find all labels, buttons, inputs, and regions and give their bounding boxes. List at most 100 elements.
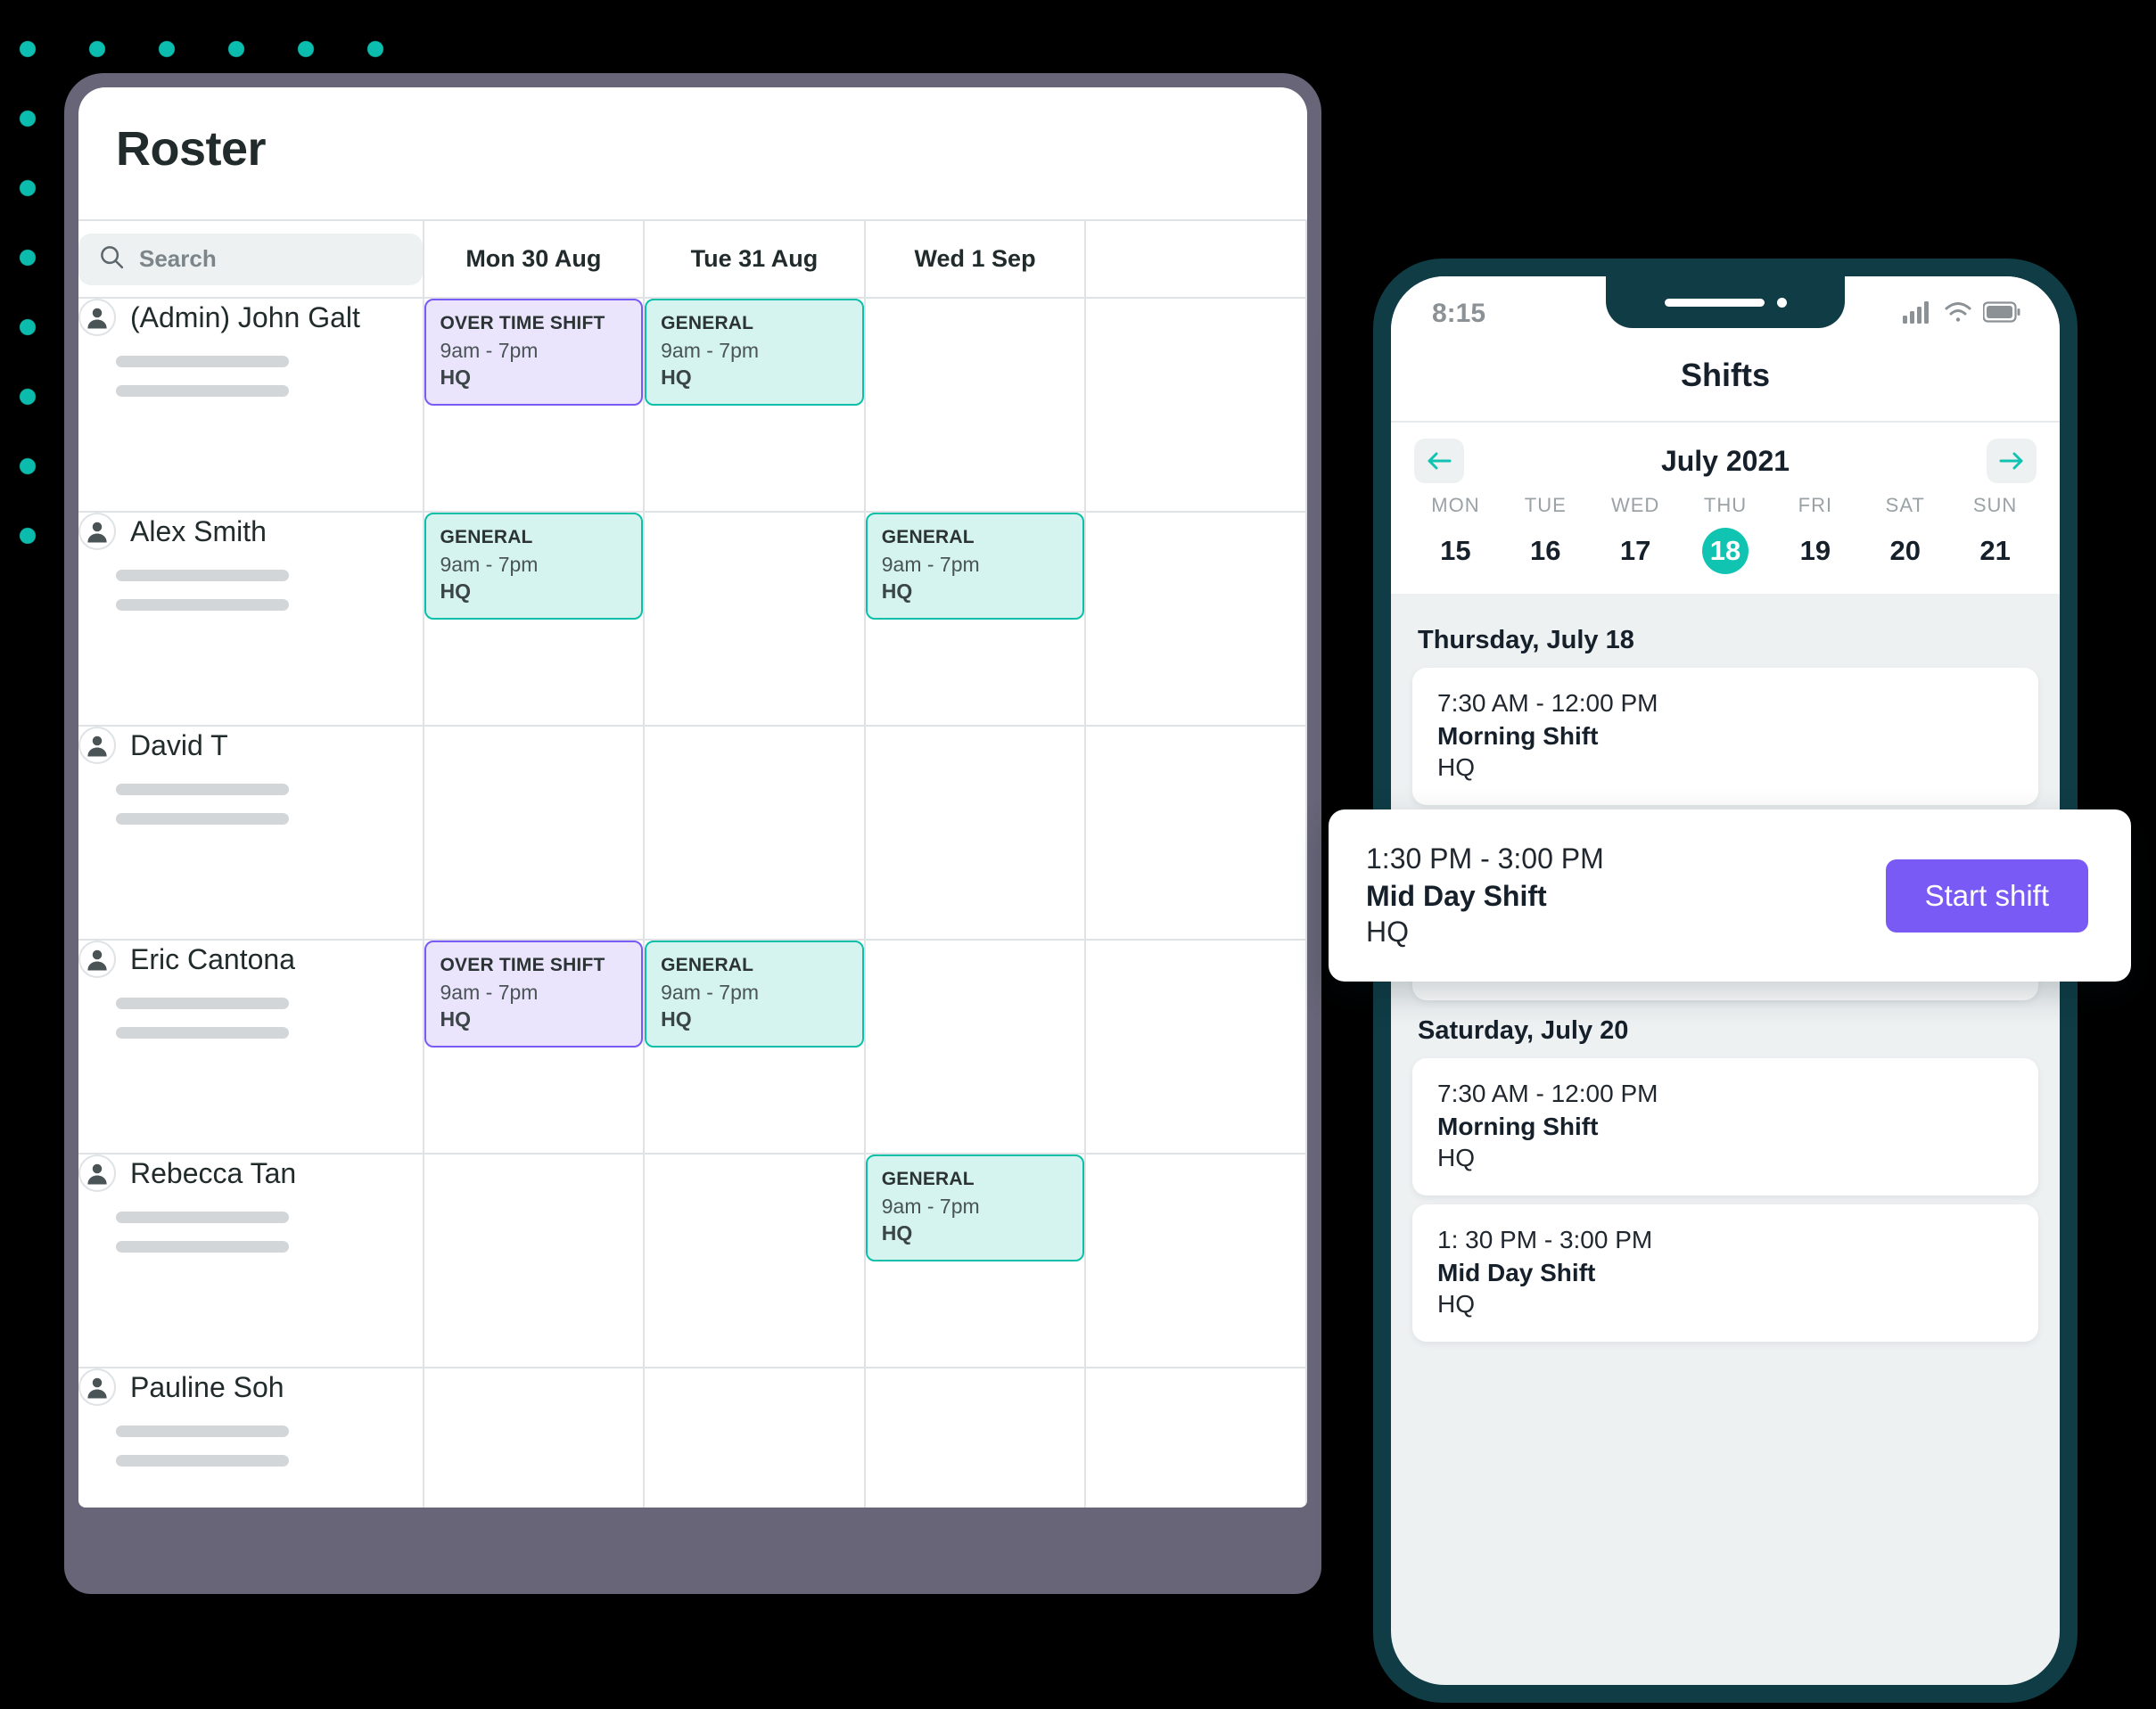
shift-cell[interactable]: GENERAL 9am - 7pm HQ	[864, 1154, 1087, 1368]
mobile-shift-card[interactable]: 7:30 AM - 12:00 PM Morning Shift HQ	[1412, 668, 2038, 805]
prev-week-button[interactable]	[1414, 439, 1464, 483]
empty-shift-cell[interactable]	[864, 298, 1087, 513]
mobile-shift-card[interactable]: 7:30 AM - 12:00 PM Morning Shift HQ	[1412, 1058, 2038, 1195]
shift-location: HQ	[1437, 1290, 1475, 1318]
shift-type: GENERAL	[881, 1169, 975, 1189]
column-header-day-3[interactable]: Wed 1 Sep	[864, 221, 1087, 299]
mobile-shift-card[interactable]: 1: 30 PM - 3:00 PM Mid Day Shift HQ	[1412, 1204, 2038, 1342]
weekday-date: 18	[1702, 528, 1749, 574]
employee-identity: Rebecca Tan	[78, 1154, 423, 1192]
empty-shift-cell[interactable]	[423, 1368, 646, 1508]
search-box[interactable]: Search	[78, 233, 423, 285]
table-row: Eric Cantona OVER TIME SHIFT 9am - 7pm HQ GE…	[78, 940, 1307, 1154]
week-day-tue[interactable]: TUE 16	[1501, 494, 1591, 574]
column-header-day-1[interactable]: Mon 30 Aug	[423, 221, 646, 299]
shift-card[interactable]: OVER TIME SHIFT 9am - 7pm HQ	[424, 299, 644, 406]
active-shift-card: 1:30 PM - 3:00 PM Mid Day Shift HQ Start…	[1329, 809, 2131, 982]
table-row: David T	[78, 726, 1307, 941]
shift-time: 9am - 7pm	[440, 981, 539, 1004]
status-time: 8:15	[1432, 299, 1486, 328]
employee-cell[interactable]: Rebecca Tan	[78, 1154, 424, 1368]
front-camera-icon	[1776, 297, 1787, 308]
empty-shift-cell[interactable]	[423, 1154, 646, 1368]
weekday-date: 21	[1979, 535, 2011, 566]
week-day-fri[interactable]: FRI 19	[1770, 494, 1860, 574]
weekday-date: 15	[1440, 535, 1471, 566]
empty-shift-cell[interactable]	[644, 1154, 866, 1368]
overflow-cell	[1085, 298, 1307, 513]
shift-card[interactable]: GENERAL 9am - 7pm HQ	[865, 513, 1085, 620]
employee-cell[interactable]: Pauline Soh	[78, 1368, 424, 1508]
employee-name: (Admin) John Galt	[130, 300, 360, 333]
week-day-wed[interactable]: WED 17	[1591, 494, 1681, 574]
shift-type: GENERAL	[881, 527, 975, 547]
employee-cell[interactable]: Alex Smith	[78, 512, 424, 727]
shift-type: GENERAL	[440, 527, 533, 547]
shift-card[interactable]: GENERAL 9am - 7pm HQ	[645, 299, 864, 406]
empty-shift-cell[interactable]	[864, 940, 1087, 1154]
weekday-date: 16	[1530, 535, 1561, 566]
shift-location: HQ	[440, 1007, 472, 1031]
mobile-page-title: Shifts	[1391, 344, 2060, 423]
placeholder-bar	[116, 385, 289, 397]
weekday-label: WED	[1610, 494, 1660, 516]
speaker-grille-icon	[1664, 298, 1765, 307]
placeholder-bars	[116, 570, 423, 611]
employee-cell[interactable]: (Admin) John Galt	[78, 298, 424, 513]
empty-shift-cell[interactable]	[644, 512, 866, 727]
week-day-sun[interactable]: SUN 21	[1950, 494, 2040, 574]
shift-cell[interactable]: GENERAL 9am - 7pm HQ	[423, 512, 646, 727]
active-shift-name: Mid Day Shift	[1366, 880, 1547, 912]
employee-cell[interactable]: Eric Cantona	[78, 940, 424, 1154]
shift-cell[interactable]: OVER TIME SHIFT 9am - 7pm HQ	[423, 298, 646, 513]
employee-name: Eric Cantona	[130, 942, 295, 975]
placeholder-bars	[116, 356, 423, 397]
active-shift-time: 1:30 PM - 3:00 PM	[1366, 842, 1604, 875]
column-header-day-2[interactable]: Tue 31 Aug	[644, 221, 866, 299]
start-shift-button[interactable]: Start shift	[1885, 859, 2088, 933]
shift-time: 1: 30 PM - 3:00 PM	[1437, 1226, 1653, 1253]
week-day-mon[interactable]: MON 15	[1411, 494, 1501, 574]
empty-shift-cell[interactable]	[423, 726, 646, 941]
employee-cell[interactable]: David T	[78, 726, 424, 941]
shift-day-heading: Saturday, July 20	[1418, 1016, 1629, 1045]
shift-card[interactable]: GENERAL 9am - 7pm HQ	[424, 513, 644, 620]
empty-shift-cell[interactable]	[644, 726, 866, 941]
shift-location: HQ	[1437, 1144, 1475, 1171]
shift-cell[interactable]: OVER TIME SHIFT 9am - 7pm HQ	[423, 940, 646, 1154]
shift-day-heading: Thursday, July 18	[1418, 626, 1634, 654]
table-row: Alex Smith GENERAL 9am - 7pm HQ GENERAL 9am -…	[78, 512, 1307, 727]
weekday-label: MON	[1431, 494, 1480, 516]
placeholder-bar	[116, 1241, 289, 1253]
shift-card[interactable]: GENERAL 9am - 7pm HQ	[645, 941, 864, 1048]
empty-shift-cell[interactable]	[864, 1368, 1087, 1508]
placeholder-bars	[116, 998, 423, 1039]
roster-app-window: Roster Search Mon 30 Aug Tue 31 Aug Wed …	[78, 87, 1307, 1508]
next-week-button[interactable]	[1986, 439, 2037, 483]
calendar-nav-bar: July 2021	[1391, 423, 2060, 489]
wifi-icon	[1944, 300, 1972, 328]
week-day-sat[interactable]: SAT 20	[1860, 494, 1950, 574]
shift-cell[interactable]: GENERAL 9am - 7pm HQ	[864, 512, 1087, 727]
empty-shift-cell[interactable]	[864, 726, 1087, 941]
overflow-cell	[1085, 1368, 1307, 1508]
weekday-label: SUN	[1972, 494, 2018, 516]
placeholder-bar	[116, 1027, 289, 1039]
employee-identity: David T	[78, 727, 423, 764]
weekday-date: 20	[1889, 535, 1921, 566]
week-day-thu[interactable]: THU 18	[1681, 494, 1771, 574]
active-shift-details: 1:30 PM - 3:00 PM Mid Day Shift HQ	[1366, 842, 1604, 949]
shift-card[interactable]: GENERAL 9am - 7pm HQ	[865, 1154, 1085, 1261]
placeholder-bar	[116, 784, 289, 795]
shift-cell[interactable]: GENERAL 9am - 7pm HQ	[644, 940, 866, 1154]
overflow-cell	[1085, 940, 1307, 1154]
search-input-placeholder[interactable]: Search	[139, 245, 217, 273]
empty-shift-cell[interactable]	[644, 1368, 866, 1508]
shift-cell[interactable]: GENERAL 9am - 7pm HQ	[644, 298, 866, 513]
battery-icon	[1982, 300, 2020, 327]
roster-body: (Admin) John Galt OVER TIME SHIFT 9am - 7p…	[78, 298, 1307, 1508]
shift-time: 9am - 7pm	[440, 339, 539, 362]
overflow-cell	[1085, 512, 1307, 727]
shift-location: HQ	[881, 1221, 913, 1245]
shift-card[interactable]: OVER TIME SHIFT 9am - 7pm HQ	[424, 941, 644, 1048]
